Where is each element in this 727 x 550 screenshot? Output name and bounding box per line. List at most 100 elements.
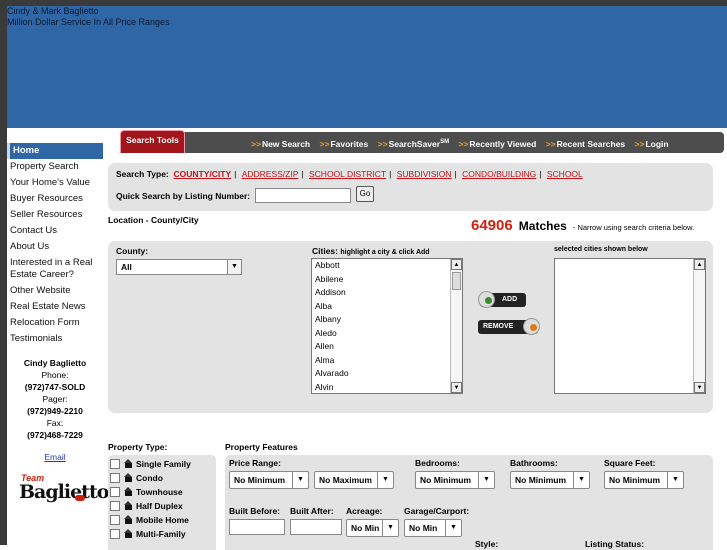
remove-button[interactable]: REMOVE	[478, 318, 540, 335]
recent-searches-link[interactable]: Recent Searches	[557, 139, 626, 149]
property-type-label: Property Type:	[108, 442, 168, 452]
search-type-county-city[interactable]: COUNTY/CITY	[174, 169, 232, 179]
property-type-option[interactable]: Single Family	[110, 459, 191, 473]
built-after-input[interactable]	[290, 519, 342, 535]
separator: |	[539, 169, 542, 179]
recently-viewed-link[interactable]: Recently Viewed	[469, 139, 536, 149]
acreage-select[interactable]: No Min ▼	[346, 519, 399, 537]
property-type-label-text: Multi-Family	[136, 529, 186, 539]
sidebar-item-real-estate-news[interactable]: Real Estate News	[7, 299, 103, 315]
built-before-input[interactable]	[229, 519, 285, 535]
scroll-thumb[interactable]	[452, 272, 461, 290]
chevron-down-icon: ▼	[478, 472, 494, 488]
scroll-up-icon[interactable]: ▲	[694, 259, 705, 270]
checkbox[interactable]	[110, 473, 120, 483]
city-option[interactable]: Allen	[312, 340, 462, 354]
cities-listbox[interactable]: Abbott Abilene Addison Alba Albany Aledo…	[311, 258, 463, 394]
fax-number: (972)468-7229	[27, 430, 83, 440]
sidebar-item-seller-resources[interactable]: Seller Resources	[7, 207, 103, 223]
search-type-subdivision[interactable]: SUBDIVISION	[397, 169, 452, 179]
email-link[interactable]: Email	[44, 451, 65, 463]
searchsaver-label: SearchSaver	[388, 138, 441, 149]
city-option[interactable]: Alvarado	[312, 367, 462, 381]
searchsaver-link[interactable]: SearchSaverSM	[389, 139, 450, 149]
sidebar-item-testimonials[interactable]: Testimonials	[7, 331, 103, 347]
property-type-option[interactable]: Condo	[110, 473, 163, 487]
selected-scrollbar[interactable]: ▲ ▼	[693, 259, 705, 393]
sidebar-item-relocation-form[interactable]: Relocation Form	[7, 315, 103, 331]
chevron-down-icon: ▼	[445, 520, 461, 536]
county-select[interactable]: All ▼	[116, 259, 242, 275]
checkbox[interactable]	[110, 459, 120, 469]
property-type-option[interactable]: Townhouse	[110, 487, 183, 501]
selected-cities-listbox[interactable]: ▲ ▼	[554, 258, 706, 394]
sidebar-item-career[interactable]: Interested in a Real Estate Career?	[7, 255, 103, 283]
chevron-down-icon: ▼	[227, 260, 241, 274]
city-option[interactable]: Abbott	[312, 259, 462, 273]
scroll-down-icon[interactable]: ▼	[451, 382, 462, 393]
search-type-school[interactable]: SCHOOL	[547, 169, 583, 179]
bathrooms-value: No Minimum	[515, 475, 566, 485]
search-tools-tab[interactable]: Search Tools	[120, 130, 185, 153]
cities-hint: highlight a city & click Add	[340, 249, 430, 256]
scroll-down-icon[interactable]: ▼	[694, 382, 705, 393]
sidebar-item-other-website[interactable]: Other Website	[7, 283, 103, 299]
sidebar-item-home-value[interactable]: Your Home's Value	[7, 175, 103, 191]
sidebar-item-property-search[interactable]: Property Search	[7, 159, 103, 175]
city-option[interactable]: Alma	[312, 354, 462, 368]
garage-select[interactable]: No Min ▼	[404, 519, 462, 537]
city-option[interactable]: Aledo	[312, 327, 462, 341]
agent-contact: Cindy Baglietto Phone: (972)747-SOLD Pag…	[7, 357, 103, 463]
sidebar-item-home[interactable]: Home	[7, 143, 103, 159]
agent-name: Cindy Baglietto	[23, 358, 87, 368]
search-type-school-district[interactable]: SCHOOL DISTRICT	[309, 169, 386, 179]
city-option[interactable]: Alba	[312, 300, 462, 314]
city-option[interactable]: Alvin	[312, 381, 462, 394]
phone-number: (972)747-SOLD	[24, 382, 86, 392]
favorites-link[interactable]: Favorites	[330, 139, 368, 149]
price-max-select[interactable]: No Maximum ▼	[314, 471, 394, 489]
property-type-panel: Single Family Condo Townhouse Half Duple…	[108, 455, 216, 550]
mobile-home-icon	[124, 515, 133, 524]
city-option[interactable]: Abilene	[312, 273, 462, 287]
add-button[interactable]: ADD	[478, 291, 526, 308]
sidebar-item-buyer-resources[interactable]: Buyer Resources	[7, 191, 103, 207]
search-type-address-zip[interactable]: ADDRESS/ZIP	[242, 169, 299, 179]
garage-value: No Min	[409, 523, 438, 533]
property-type-option[interactable]: Half Duplex	[110, 501, 183, 515]
multi-family-icon	[124, 529, 133, 538]
search-type-condo-building[interactable]: CONDO/BUILDING	[462, 169, 536, 179]
square-feet-select[interactable]: No Minimum ▼	[604, 471, 684, 489]
bedrooms-select[interactable]: No Minimum ▼	[415, 471, 495, 489]
bathrooms-select[interactable]: No Minimum ▼	[510, 471, 590, 489]
sidebar-item-contact-us[interactable]: Contact Us	[7, 223, 103, 239]
cities-scrollbar[interactable]: ▲ ▼	[450, 259, 462, 393]
new-search-link[interactable]: New Search	[262, 139, 310, 149]
pager-number: (972)949-2210	[27, 406, 83, 416]
property-type-option[interactable]: Multi-Family	[110, 529, 186, 543]
city-option[interactable]: Albany	[312, 313, 462, 327]
chevron-down-icon: ▼	[667, 472, 683, 488]
county-select-value: All	[121, 262, 132, 272]
phone-label: Phone:	[41, 370, 69, 380]
checkbox[interactable]	[110, 529, 120, 539]
arrow-icon: >>	[634, 138, 645, 149]
listing-number-input[interactable]	[255, 188, 351, 203]
separator: |	[389, 169, 392, 179]
site-header: Cindy & Mark Baglietto Million Dollar Se…	[7, 6, 727, 128]
price-range-label: Price Range:	[229, 458, 281, 468]
scroll-up-icon[interactable]: ▲	[451, 259, 462, 270]
property-type-option[interactable]: Mobile Home	[110, 515, 189, 529]
sidebar-nav: Home Property Search Your Home's Value B…	[7, 143, 109, 509]
city-option[interactable]: Addison	[312, 286, 462, 300]
duplex-icon	[124, 501, 133, 510]
price-min-select[interactable]: No Minimum ▼	[229, 471, 309, 489]
checkbox[interactable]	[110, 515, 120, 525]
checkbox[interactable]	[110, 487, 120, 497]
login-link[interactable]: Login	[645, 139, 668, 149]
chevron-down-icon: ▼	[292, 472, 308, 488]
acreage-value: No Min	[351, 523, 380, 533]
sidebar-item-about-us[interactable]: About Us	[7, 239, 103, 255]
go-button[interactable]: Go	[356, 186, 374, 202]
checkbox[interactable]	[110, 501, 120, 511]
